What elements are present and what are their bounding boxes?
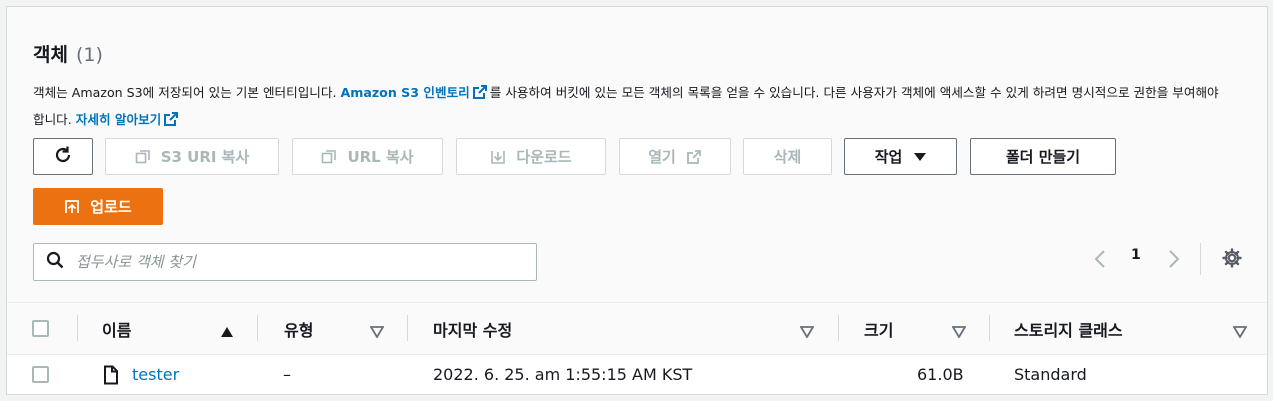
objects-panel: 객체 (1) 객체는 Amazon S3에 저장되어 있는 기본 엔터티입니다.…: [6, 6, 1268, 395]
sort-descending-icon[interactable]: [1232, 323, 1248, 342]
page-title: 객체: [33, 44, 68, 66]
current-page[interactable]: 1: [1131, 247, 1141, 263]
object-last-modified: 2022. 6. 25. am 1:55:15 AM KST: [433, 365, 693, 384]
table-row[interactable]: tester – 2022. 6. 25. am 1:55:15 AM KST …: [7, 355, 1267, 394]
refresh-button[interactable]: [33, 138, 93, 175]
row-checkbox[interactable]: [32, 366, 49, 383]
description-part1: 객체는 Amazon S3에 저장되어 있는 기본 엔터티입니다.: [33, 85, 341, 100]
learn-more-link[interactable]: 자세히 알아보기: [76, 112, 162, 127]
column-header-storage-class[interactable]: 스토리지 클래스: [1014, 317, 1123, 341]
object-type: –: [283, 365, 291, 384]
panel-header: 객체 (1): [33, 40, 103, 67]
download-button[interactable]: 다운로드: [456, 138, 606, 175]
copy-icon: [321, 149, 337, 165]
select-all-checkbox[interactable]: [32, 320, 49, 337]
file-icon: [103, 365, 119, 389]
column-divider: [407, 315, 408, 341]
prev-page-icon[interactable]: [1093, 249, 1107, 273]
column-header-type[interactable]: 유형: [284, 317, 313, 341]
refresh-icon: [53, 145, 73, 169]
column-divider: [77, 315, 78, 341]
external-link-icon[interactable]: [472, 84, 488, 108]
copy-url-label: URL 복사: [347, 148, 414, 166]
settings-gear-icon[interactable]: [1221, 247, 1243, 273]
copy-s3-uri-label: S3 URI 복사: [160, 148, 250, 166]
sort-descending-icon[interactable]: [951, 323, 967, 342]
next-page-icon[interactable]: [1167, 249, 1181, 273]
upload-label: 업로드: [90, 198, 132, 216]
search-icon: [46, 251, 64, 273]
description-text: 객체는 Amazon S3에 저장되어 있는 기본 엔터티입니다. Amazon…: [33, 81, 1233, 135]
open-label: 열기: [648, 148, 676, 166]
copy-url-button[interactable]: URL 복사: [292, 138, 443, 175]
column-divider: [989, 315, 990, 341]
sort-descending-icon[interactable]: [799, 323, 815, 342]
object-size: 61.0B: [917, 365, 964, 384]
copy-s3-uri-button[interactable]: S3 URI 복사: [105, 138, 279, 175]
caret-down-icon: [914, 152, 927, 161]
column-header-last-modified[interactable]: 마지막 수정: [433, 317, 512, 341]
download-icon: [490, 149, 506, 165]
download-label: 다운로드: [516, 148, 572, 166]
create-folder-button[interactable]: 폴더 만들기: [970, 138, 1116, 175]
upload-button[interactable]: 업로드: [33, 188, 163, 225]
sort-descending-icon[interactable]: [369, 323, 385, 342]
external-link-icon: [686, 149, 702, 165]
search-box[interactable]: [33, 243, 537, 281]
upload-icon: [64, 199, 80, 215]
column-divider: [257, 315, 258, 341]
inventory-link[interactable]: Amazon S3 인벤토리: [340, 85, 469, 100]
open-button[interactable]: 열기: [619, 138, 731, 175]
column-header-name[interactable]: 이름: [102, 317, 131, 341]
delete-label: 삭제: [773, 148, 802, 166]
sort-ascending-icon[interactable]: [220, 323, 234, 342]
object-name-link[interactable]: tester: [132, 365, 179, 384]
column-divider: [838, 315, 839, 341]
create-folder-label: 폴더 만들기: [1005, 148, 1081, 166]
object-count: (1): [75, 44, 103, 66]
delete-button[interactable]: 삭제: [743, 138, 832, 175]
table-header: 이름 유형 마지막 수정 크기 스토리지 클래스: [7, 302, 1267, 355]
pagination-divider: [1200, 243, 1201, 275]
actions-dropdown[interactable]: 작업: [844, 138, 957, 175]
actions-label: 작업: [874, 148, 903, 166]
object-storage-class: Standard: [1014, 365, 1087, 384]
search-input[interactable]: [76, 253, 496, 271]
copy-icon: [135, 149, 151, 165]
column-header-size[interactable]: 크기: [864, 317, 893, 341]
external-link-icon[interactable]: [163, 111, 179, 135]
